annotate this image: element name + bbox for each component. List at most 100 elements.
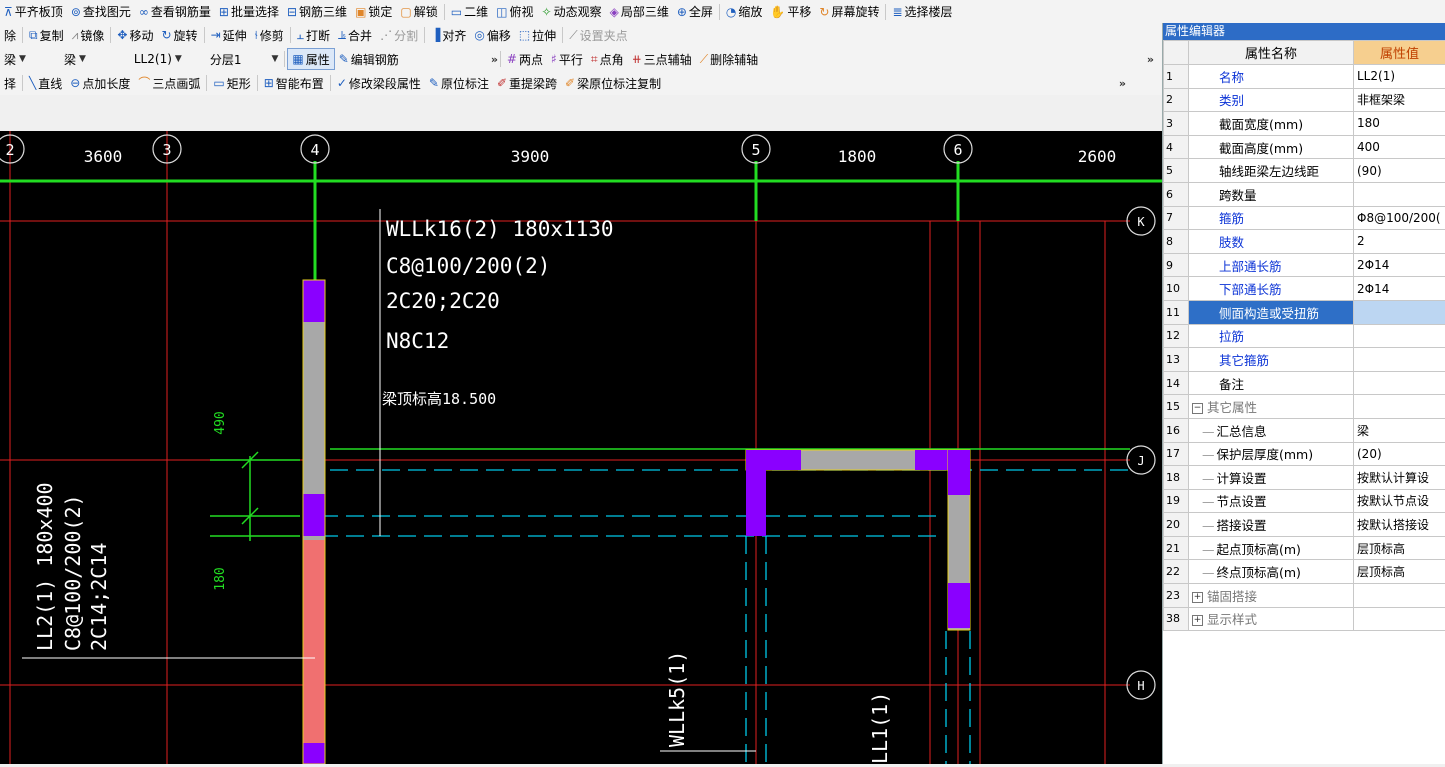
three-point-aux-button[interactable]: ⧺三点辅轴 xyxy=(628,49,696,69)
property-value[interactable]: 400 xyxy=(1354,135,1445,159)
property-row[interactable]: 4截面高度(mm)400 xyxy=(1164,135,1445,159)
delete-button[interactable]: 除 xyxy=(0,25,20,45)
property-value[interactable]: 2Φ14 xyxy=(1354,277,1445,301)
batch-select-button[interactable]: ⊞批量选择 xyxy=(215,2,283,22)
top-view-button[interactable]: ◫俯视 xyxy=(492,2,537,22)
property-value[interactable]: 按默认计算设 xyxy=(1354,466,1445,490)
property-value[interactable]: 2 xyxy=(1354,230,1445,254)
dynamic-view-button[interactable]: ✧动态观察 xyxy=(538,2,606,22)
property-value[interactable] xyxy=(1354,182,1445,206)
type-dropdown-1[interactable]: 梁▼ xyxy=(0,50,30,68)
zoom-button[interactable]: ◔缩放 xyxy=(722,2,767,22)
view-rebar-qty-button[interactable]: ∞查看钢筋量 xyxy=(135,2,215,22)
pingqi-bandi-button[interactable]: ⊼平齐板顶 xyxy=(0,2,67,22)
property-value[interactable] xyxy=(1354,300,1445,324)
property-value[interactable]: 180 xyxy=(1354,112,1445,136)
line-button[interactable]: ╲直线 xyxy=(25,73,66,93)
layer-dropdown[interactable]: 分层1▼ xyxy=(206,50,283,68)
lock-button[interactable]: ▣锁定 xyxy=(351,2,396,22)
offset-button[interactable]: ◎偏移 xyxy=(470,25,515,45)
property-row[interactable]: 11侧面构造或受扭筋 xyxy=(1164,300,1445,324)
more-icon[interactable]: » xyxy=(491,53,498,66)
property-value[interactable] xyxy=(1354,584,1445,608)
point-length-button[interactable]: ⊖点加长度 xyxy=(66,73,134,93)
property-row[interactable]: 14备注 xyxy=(1164,371,1445,395)
property-row[interactable]: 3截面宽度(mm)180 xyxy=(1164,112,1445,136)
beam-ll2[interactable] xyxy=(303,280,325,764)
property-row[interactable]: 22—终点顶标高(m)层顶标高 xyxy=(1164,560,1445,584)
property-row[interactable]: 7箍筋Φ8@100/200( xyxy=(1164,206,1445,230)
smart-layout-button[interactable]: ⊞智能布置 xyxy=(260,73,328,93)
find-element-button[interactable]: ⊚查找图元 xyxy=(67,2,135,22)
move-button[interactable]: ✥移动 xyxy=(113,25,157,45)
property-row[interactable]: 8肢数2 xyxy=(1164,230,1445,254)
property-row[interactable]: 23+锚固搭接 xyxy=(1164,584,1445,608)
property-value[interactable]: 梁 xyxy=(1354,418,1445,442)
re-extract-span-button[interactable]: ✐重提梁跨 xyxy=(493,73,561,93)
mirror-button[interactable]: ⩘镜像 xyxy=(68,25,109,45)
property-value[interactable]: (20) xyxy=(1354,442,1445,466)
property-value[interactable]: Φ8@100/200( xyxy=(1354,206,1445,230)
trim-button[interactable]: ⫮修剪 xyxy=(251,25,288,45)
modify-span-button[interactable]: ✓修改梁段属性 xyxy=(333,73,425,93)
property-button[interactable]: ▦属性 xyxy=(287,48,334,70)
type-dropdown-2[interactable]: 梁▼ xyxy=(60,50,90,68)
property-value[interactable] xyxy=(1354,324,1445,348)
expand-icon[interactable]: + xyxy=(1192,592,1203,603)
property-value[interactable]: 非框架梁 xyxy=(1354,88,1445,112)
property-value[interactable]: 层顶标高 xyxy=(1354,536,1445,560)
property-row[interactable]: 13其它箍筋 xyxy=(1164,348,1445,372)
delete-aux-button[interactable]: ⟋删除辅轴 xyxy=(696,49,762,69)
parallel-button[interactable]: ♯平行 xyxy=(547,49,587,69)
fullscreen-button[interactable]: ⊕全屏 xyxy=(673,2,717,22)
drawing-canvas[interactable]: 2 3 4 5 6 3600 3900 1800 2600 K J H xyxy=(0,131,1162,764)
screen-rotate-button[interactable]: ↻屏幕旋转 xyxy=(815,2,883,22)
set-grip-button[interactable]: ⟋设置夹点 xyxy=(565,25,631,45)
property-row[interactable]: 21—起点顶标高(m)层顶标高 xyxy=(1164,536,1445,560)
merge-button[interactable]: ⫡合并 xyxy=(334,25,376,45)
two-point-button[interactable]: #两点 xyxy=(503,49,547,69)
select-floor-button[interactable]: ≣选择楼层 xyxy=(888,2,956,22)
in-place-annot-button[interactable]: ✎原位标注 xyxy=(425,73,493,93)
property-value[interactable]: (90) xyxy=(1354,159,1445,183)
property-row[interactable]: 19—节点设置按默认节点设 xyxy=(1164,489,1445,513)
property-row[interactable]: 1名称LL2(1) xyxy=(1164,65,1445,89)
rectangle-button[interactable]: ▭矩形 xyxy=(209,73,254,93)
property-row[interactable]: 6跨数量 xyxy=(1164,182,1445,206)
property-value[interactable]: 按默认节点设 xyxy=(1354,489,1445,513)
collapse-icon[interactable]: − xyxy=(1192,403,1203,414)
view-2d-button[interactable]: ▭二维 xyxy=(447,2,492,22)
property-row[interactable]: 12拉筋 xyxy=(1164,324,1445,348)
three-point-arc-button[interactable]: ⌒三点画弧 xyxy=(134,73,204,93)
split-button[interactable]: ⋰分割 xyxy=(376,25,422,45)
property-value[interactable] xyxy=(1354,348,1445,372)
property-value[interactable]: 层顶标高 xyxy=(1354,560,1445,584)
property-value[interactable]: LL2(1) xyxy=(1354,65,1445,89)
name-dropdown[interactable]: LL2(1)▼ xyxy=(130,50,186,68)
property-row[interactable]: 16—汇总信息梁 xyxy=(1164,418,1445,442)
extend-button[interactable]: ⇥延伸 xyxy=(207,25,251,45)
rotate-button[interactable]: ↻旋转 xyxy=(157,25,201,45)
expand-icon[interactable]: + xyxy=(1192,615,1203,626)
property-row[interactable]: 2类别非框架梁 xyxy=(1164,88,1445,112)
copy-button[interactable]: ⧉复制 xyxy=(25,25,68,45)
break-button[interactable]: ⫠打断 xyxy=(293,25,334,45)
rebar-3d-button[interactable]: ⊟钢筋三维 xyxy=(283,2,351,22)
more-icon[interactable]: » xyxy=(1119,77,1126,90)
copy-annot-button[interactable]: ✐梁原位标注复制 xyxy=(561,73,665,93)
beam-wllk[interactable] xyxy=(746,450,970,630)
property-row[interactable]: 18—计算设置按默认计算设 xyxy=(1164,466,1445,490)
local-3d-button[interactable]: ◈局部三维 xyxy=(606,2,673,22)
property-value[interactable] xyxy=(1354,371,1445,395)
unlock-button[interactable]: ▢解锁 xyxy=(396,2,441,22)
property-row[interactable]: 38+显示样式 xyxy=(1164,607,1445,631)
property-row[interactable]: 9上部通长筋2Φ14 xyxy=(1164,253,1445,277)
property-row[interactable]: 5轴线距梁左边线距(90) xyxy=(1164,159,1445,183)
property-value[interactable] xyxy=(1354,607,1445,631)
stretch-button[interactable]: ⬚拉伸 xyxy=(515,25,560,45)
pan-button[interactable]: ✋平移 xyxy=(766,2,815,22)
more-icon[interactable]: » xyxy=(1147,53,1154,66)
property-value[interactable]: 按默认搭接设 xyxy=(1354,513,1445,537)
align-button[interactable]: ▐对齐 xyxy=(427,25,470,45)
property-value[interactable]: 2Φ14 xyxy=(1354,253,1445,277)
